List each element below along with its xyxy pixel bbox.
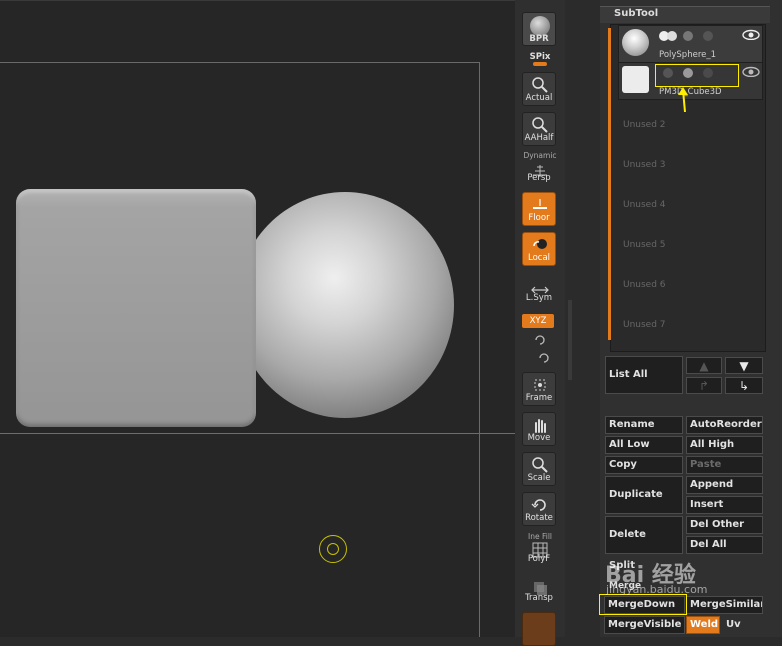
subtool-title: SubTool (614, 8, 659, 19)
bpr-button[interactable]: BPR (522, 12, 556, 46)
tray-collapse-handle[interactable] (568, 300, 572, 380)
duplicate-button[interactable]: Duplicate (605, 476, 683, 514)
scale-label: Scale (527, 473, 551, 483)
uv-toggle[interactable]: Uv (722, 616, 763, 634)
lsym-label: L.Sym (525, 293, 553, 303)
rotate-y-icon[interactable] (533, 333, 547, 347)
subtool-slot-unused[interactable]: Unused 5 (623, 240, 666, 250)
move-down-button[interactable]: ▼ (725, 357, 763, 374)
subtool-scrollbar[interactable] (608, 28, 611, 340)
canvas-viewport[interactable] (0, 0, 515, 637)
brush-cursor (319, 535, 347, 563)
copy-button[interactable]: Copy (605, 456, 683, 474)
watermark-url: jingyan.baidu.com (606, 583, 708, 596)
subtool-slot-unused[interactable]: Unused 4 (623, 200, 666, 210)
subtool-item-name: PM3D_Cube3D (659, 87, 722, 97)
sphere-mesh[interactable] (236, 192, 454, 418)
magnifier-icon (532, 117, 548, 133)
hand-icon (535, 419, 546, 433)
paste-button[interactable]: Paste (686, 456, 763, 474)
double-toggle-icon[interactable] (703, 31, 713, 41)
local-transform-icon (533, 239, 547, 249)
spix-label[interactable]: SPix (515, 52, 565, 62)
actual-button[interactable]: Actual (522, 72, 556, 106)
delete-button[interactable]: Delete (605, 516, 683, 554)
local-button[interactable]: Local (522, 232, 556, 266)
aahalf-button[interactable]: AAHalf (522, 112, 556, 146)
spix-slider[interactable] (533, 62, 547, 66)
arrow-turn-up-icon: ↱ (698, 379, 710, 393)
arrow-up-icon: ▲ (699, 359, 709, 373)
persp-label: Persp (527, 173, 551, 183)
move-top-button[interactable]: ↱ (686, 377, 722, 394)
transp-label: Transp (525, 593, 553, 603)
lsym-button[interactable]: L.Sym (522, 272, 556, 306)
persp-button[interactable]: Persp (522, 152, 556, 186)
polyf-button[interactable]: PolyF (522, 533, 556, 567)
move-label: Move (527, 433, 551, 443)
bpr-label: BPR (529, 34, 549, 44)
subtool-slot-unused[interactable]: Unused 3 (623, 160, 666, 170)
xyz-toggle[interactable]: XYZ (522, 314, 554, 328)
transp-button[interactable]: Transp (522, 572, 556, 606)
watermark: Bai 经验 jingyan.baidu.com (580, 555, 780, 605)
polyf-label: PolyF (527, 554, 551, 564)
merge-visible-button[interactable]: MergeVisible (604, 616, 685, 634)
frame-icon (534, 379, 546, 391)
eye-icon[interactable] (742, 66, 760, 77)
rotate-z-icon[interactable] (537, 351, 551, 365)
sphere-thumbnail (622, 29, 649, 56)
eye-icon[interactable] (742, 29, 760, 40)
subtool-slot-unused[interactable]: Unused 7 (623, 320, 666, 330)
ghost-button[interactable] (522, 612, 556, 646)
annotation-highlight-toggles (655, 64, 739, 87)
viewport-top-edge (0, 0, 515, 1)
magnifier-icon (532, 457, 548, 473)
polypaint-toggle-icon[interactable] (667, 31, 677, 41)
actual-label: Actual (525, 93, 553, 103)
aahalf-label: AAHalf (524, 133, 554, 143)
arrow-down-icon: ▼ (739, 359, 749, 373)
auto-reorder-button[interactable]: AutoReorder (686, 416, 763, 434)
del-other-button[interactable]: Del Other (686, 516, 763, 534)
weld-toggle[interactable]: Weld (686, 616, 720, 634)
floor-grid-line (0, 433, 515, 434)
floor-icon (533, 199, 547, 209)
all-low-button[interactable]: All Low (605, 436, 683, 454)
cube-mesh[interactable] (16, 189, 256, 427)
annotation-arrow-icon (678, 87, 688, 112)
rename-button[interactable]: Rename (605, 416, 683, 434)
rotate-button[interactable]: Rotate (522, 492, 556, 526)
floor-label: Floor (528, 213, 550, 223)
rotate-label: Rotate (525, 513, 553, 523)
subtool-slot-unused[interactable]: Unused 2 (623, 120, 666, 130)
move-bottom-button[interactable]: ↳ (725, 377, 763, 394)
rotate-icon (531, 499, 546, 511)
frame-label: Frame (525, 393, 553, 403)
subtool-item-name: PolySphere_1 (659, 50, 717, 60)
append-button[interactable]: Append (686, 476, 763, 494)
xyz-label: XYZ (529, 316, 547, 326)
right-shelf: BPR SPix Actual AAHalf Dynamic Persp Flo… (515, 0, 565, 646)
subtool-slot-unused[interactable]: Unused 6 (623, 280, 666, 290)
frame-button[interactable]: Frame (522, 372, 556, 406)
scale-button[interactable]: Scale (522, 452, 556, 486)
arrow-turn-down-icon: ↳ (738, 379, 750, 393)
move-button[interactable]: Move (522, 412, 556, 446)
list-all-button[interactable]: List All (605, 356, 683, 394)
floor-button[interactable]: Floor (522, 192, 556, 226)
bpr-sphere-icon (530, 16, 550, 36)
merge-toggle-icon[interactable] (683, 31, 693, 41)
del-all-button[interactable]: Del All (686, 536, 763, 554)
cube-thumbnail (622, 66, 649, 93)
insert-button[interactable]: Insert (686, 496, 763, 514)
move-up-button[interactable]: ▲ (686, 357, 722, 374)
local-label: Local (527, 253, 551, 263)
all-high-button[interactable]: All High (686, 436, 763, 454)
magnifier-icon (532, 77, 548, 93)
subtool-item-polysphere[interactable]: PolySphere_1 (618, 25, 763, 63)
